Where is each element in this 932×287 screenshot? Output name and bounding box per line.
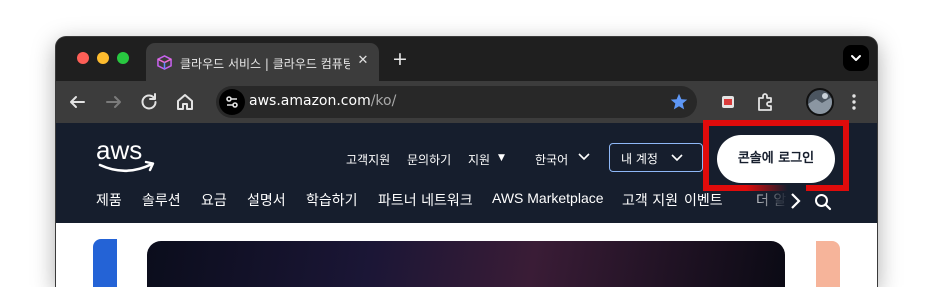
page-content [56, 223, 877, 287]
search-icon[interactable] [813, 192, 833, 212]
aws-header: aws 고객지원 문의하기 지원 ▼ 한국어 내 계정 콘솔에 로그인 제품 솔… [56, 120, 877, 223]
nav-item-pricing[interactable]: 요금 [201, 190, 227, 210]
minimize-window-button[interactable] [97, 52, 109, 64]
web-page: aws 고객지원 문의하기 지원 ▼ 한국어 내 계정 콘솔에 로그인 제품 솔… [56, 120, 877, 287]
aws-cube-icon [157, 55, 172, 70]
home-button[interactable] [173, 90, 197, 114]
nav-item-marketplace[interactable]: AWS Marketplace [492, 190, 604, 206]
maximize-window-button[interactable] [117, 52, 129, 64]
url-path: /ko/ [370, 93, 397, 109]
back-button[interactable] [65, 90, 89, 114]
avatar-image [808, 90, 832, 114]
tab-title: 클라우드 서비스 | 클라우드 컴퓨팅 [180, 57, 350, 71]
tune-icon [226, 96, 238, 108]
close-tab-icon[interactable]: ✕ [354, 52, 372, 70]
my-account-label: 내 계정 [621, 152, 658, 166]
active-tab[interactable]: 클라우드 서비스 | 클라우드 컴퓨팅 ✕ [146, 43, 379, 81]
site-info-button[interactable] [219, 89, 245, 115]
close-window-button[interactable] [77, 52, 89, 64]
nav-item-events[interactable]: 이벤트 [684, 190, 723, 210]
url-host: aws.amazon.com [249, 93, 371, 109]
hero-banner[interactable] [147, 241, 785, 287]
tab-search-button[interactable] [843, 45, 869, 71]
browser-window: 클라우드 서비스 | 클라우드 컴퓨팅 ✕ + aws.amazon.com/k… [56, 37, 877, 287]
reload-button[interactable] [137, 90, 161, 114]
browser-toolbar: aws.amazon.com/ko/ [56, 81, 877, 123]
tab-strip: 클라우드 서비스 | 클라우드 컴퓨팅 ✕ + [56, 37, 877, 81]
caret-down-icon: ▼ [498, 153, 505, 163]
forward-button[interactable] [102, 90, 126, 114]
chevron-down-icon [851, 55, 861, 61]
carousel-prev-card[interactable] [93, 239, 117, 287]
more-menu-icon[interactable] [842, 90, 866, 114]
carousel-next-card[interactable] [816, 241, 840, 287]
contact-link[interactable]: 문의하기 [407, 151, 451, 168]
url-text: aws.amazon.com/ko/ [249, 93, 396, 109]
new-tab-button[interactable]: + [389, 48, 411, 70]
profile-avatar[interactable] [806, 88, 834, 116]
bookmark-star-icon[interactable] [668, 91, 690, 113]
language-select[interactable]: 한국어 [535, 151, 568, 168]
chevron-down-icon [671, 154, 683, 162]
nav-item-partner-network[interactable]: 파트너 네트워크 [378, 190, 473, 210]
svg-text:aws: aws [96, 139, 142, 165]
chevron-right-icon[interactable] [788, 191, 804, 211]
nav-item-customer-support[interactable]: 고객 지원 [622, 190, 678, 210]
aws-logo[interactable]: aws [96, 135, 158, 181]
nav-item-learn[interactable]: 학습하기 [306, 190, 358, 210]
help-link[interactable]: 지원 [468, 151, 490, 168]
extension-icon[interactable] [716, 90, 740, 114]
highlight-annotation [703, 120, 849, 191]
nav-item-docs[interactable]: 설명서 [247, 190, 286, 210]
puzzle-icon[interactable] [753, 90, 777, 114]
chevron-down-icon [578, 153, 590, 161]
my-account-button[interactable]: 내 계정 [609, 143, 703, 172]
support-link[interactable]: 고객지원 [346, 151, 390, 168]
nav-item-solutions[interactable]: 솔루션 [142, 190, 181, 210]
nav-item-products[interactable]: 제품 [96, 190, 122, 210]
address-bar[interactable]: aws.amazon.com/ko/ [216, 86, 697, 118]
